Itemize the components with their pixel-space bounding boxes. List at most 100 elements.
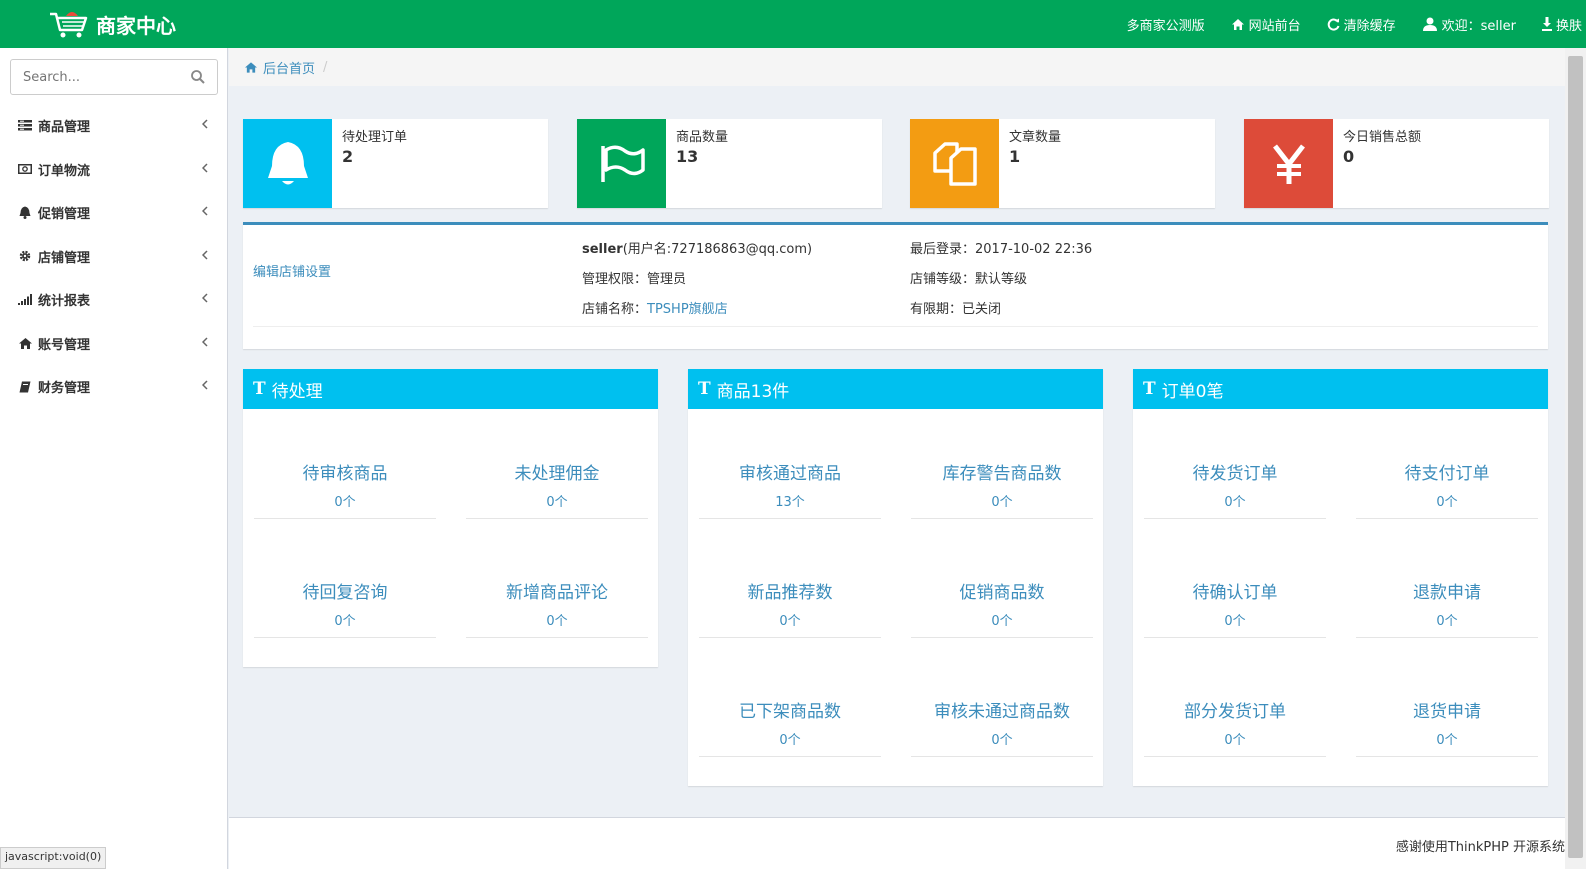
nav-skin[interactable]: 换肤 [1541,15,1582,34]
panel-cell[interactable]: 未处理佣金 0个 [466,409,648,519]
sidebar-item-goods[interactable]: 商品管理 [0,104,228,148]
sidebar-menu: 商品管理 订单物流 促销管理 店铺管理 统计报表 账号管理 财务管理 [0,104,228,409]
text-icon: T [1143,379,1156,399]
stat-goods-count[interactable]: 商品数量 13 [577,119,882,208]
panel-cell[interactable]: 新增商品评论 0个 [466,528,648,638]
sidebar-item-label: 商品管理 [38,120,91,136]
panel-cell[interactable]: 待回复咨询 0个 [254,528,436,638]
shopping-cart-icon [50,12,88,38]
gear-icon [19,251,31,262]
sidebar-item-orders[interactable]: 订单物流 [0,148,228,192]
stat-label: 商品数量 [676,130,729,145]
panel-cell[interactable]: 库存警告商品数 0个 [911,409,1093,519]
breadcrumb-separator: / [323,59,328,75]
panel-cell[interactable]: 退款申请 0个 [1356,528,1538,638]
panel-cell[interactable]: 待审核商品 0个 [254,409,436,519]
bell-icon [267,141,308,184]
cell-value: 0个 [991,733,1013,748]
breadcrumb: 后台首页 / [229,48,1565,86]
cell-value: 0个 [546,614,568,629]
panel-cell[interactable]: 已下架商品数 0个 [699,647,881,757]
store-expiry-value: 已关闭 [962,302,1002,317]
cell-value: 0个 [1436,614,1458,629]
stat-article-count[interactable]: 文章数量 1 [910,119,1215,208]
search-icon[interactable] [191,70,205,84]
sidebar-item-finance[interactable]: 财务管理 [0,365,228,409]
sidebar-item-reports[interactable]: 统计报表 [0,278,228,322]
sidebar-item-label: 订单物流 [38,163,91,179]
cell-label: 库存警告商品数 [942,464,1062,484]
cell-value: 0个 [1224,495,1246,510]
cell-label: 退款申请 [1413,583,1481,603]
store-account: (用户名:727186863@qq.com) [622,242,813,257]
scrollbar[interactable] [1565,48,1586,869]
store-name-label: 店铺名称： [582,302,648,317]
nav-frontend[interactable]: 网站前台 [1231,15,1301,34]
brand-logo[interactable]: 商家中心 [48,8,176,40]
sidebar-item-label: 账号管理 [38,337,91,353]
cell-label: 新增商品评论 [506,583,608,603]
cell-value: 0个 [1224,733,1246,748]
store-user-line: seller(用户名:727186863@qq.com) [582,238,812,257]
panel-cell[interactable]: 退货申请 0个 [1356,647,1538,757]
panel-title: 订单0笔 [1161,381,1224,402]
panel-title: 商品13件 [716,381,790,402]
stat-value: 1 [1009,147,1021,166]
cell-value: 0个 [1224,614,1246,629]
panel-cell[interactable]: 审核未通过商品数 0个 [911,647,1093,757]
sidebar-item-store[interactable]: 店铺管理 [0,235,228,279]
search-input[interactable] [11,60,181,94]
breadcrumb-home-link[interactable]: 后台首页 [263,58,315,77]
store-expiry-line: 有限期：已关闭 [910,298,1001,317]
stat-today-sales[interactable]: 今日销售总额 0 [1244,119,1549,208]
sidebar-search [10,59,218,95]
brand-title: 商家中心 [96,13,176,38]
nav-clear-cache[interactable]: 清除缓存 [1327,15,1396,34]
panel-header: T 商品13件 [688,369,1103,409]
sidebar-item-accounts[interactable]: 账号管理 [0,322,228,366]
nav-version-label: 多商家公测版 [1126,18,1205,34]
nav-user[interactable]: 欢迎：seller [1422,15,1516,34]
cell-value: 0个 [334,614,356,629]
stat-icon-box [1244,119,1333,208]
panel-cell[interactable]: 待发货订单 0个 [1144,409,1326,519]
footer-text: 感谢使用ThinkPHP 开源系统 [1395,840,1565,855]
cell-label: 审核未通过商品数 [934,702,1070,722]
panel-cell[interactable]: 待支付订单 0个 [1356,409,1538,519]
panel-cell[interactable]: 审核通过商品 13个 [699,409,881,519]
cell-label: 未处理佣金 [514,464,600,484]
cell-label: 审核通过商品 [739,464,841,484]
home-icon [245,61,257,73]
panel-cell[interactable]: 部分发货订单 0个 [1144,647,1326,757]
stat-value: 0 [1343,147,1355,166]
flag-icon [600,145,645,182]
home-icon [18,337,32,349]
nav-version[interactable]: 多商家公测版 [1127,15,1205,34]
stat-label: 今日销售总额 [1343,130,1422,145]
nav-frontend-label: 网站前台 [1248,18,1301,34]
stat-label: 待处理订单 [342,130,408,145]
scrollbar-thumb[interactable] [1568,56,1583,858]
yen-icon [1272,143,1305,184]
chevron-left-icon [202,119,208,129]
stat-value: 13 [676,147,699,166]
cell-label: 退货申请 [1413,702,1481,722]
cell-label: 待审核商品 [302,464,388,484]
panel-cell[interactable]: 促销商品数 0个 [911,528,1093,638]
browser-status-bar: javascript:void(0) [0,847,107,869]
sidebar-item-promotions[interactable]: 促销管理 [0,191,228,235]
store-name-link[interactable]: TPSHP旗舰店 [647,302,728,317]
bell-icon [19,206,31,220]
edit-store-settings-link[interactable]: 编辑店铺设置 [253,261,331,280]
top-navbar: 商家中心 多商家公测版 网站前台 清除缓存 欢迎：seller 换肤 [0,0,1586,48]
last-login-value: 2017-10-02 22:36 [975,242,1093,257]
cell-value: 0个 [991,614,1013,629]
panel-cell[interactable]: 新品推荐数 0个 [699,528,881,638]
stat-pending-orders[interactable]: 待处理订单 2 [243,119,548,208]
cell-value: 13个 [775,495,805,510]
cell-label: 待发货订单 [1192,464,1278,484]
store-info-box: 编辑店铺设置 seller(用户名:727186863@qq.com) 管理权限… [243,222,1548,349]
stat-value: 2 [342,147,354,166]
store-level-value: 默认等级 [975,272,1028,287]
panel-cell[interactable]: 待确认订单 0个 [1144,528,1326,638]
